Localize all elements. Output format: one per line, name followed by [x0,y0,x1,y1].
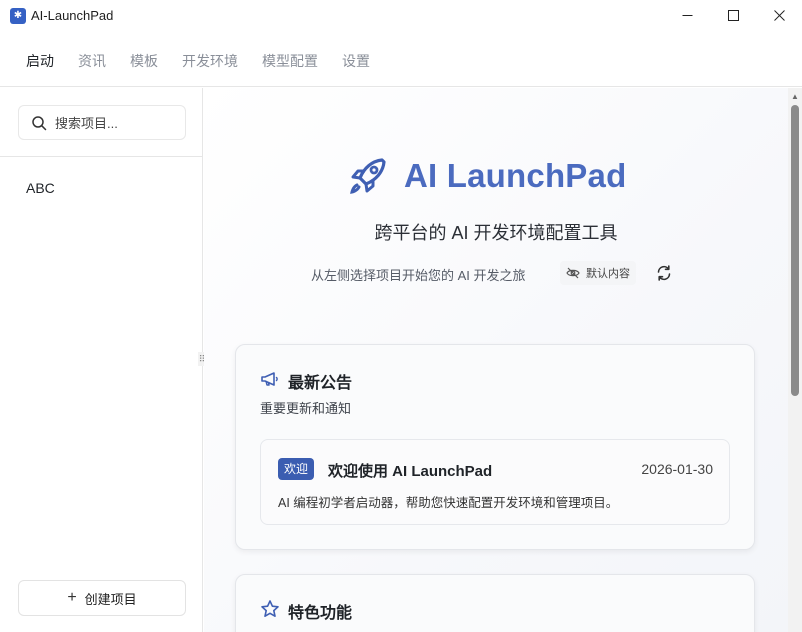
main-scrollbar[interactable]: ▲ [788,88,802,632]
features-card: 特色功能 [235,574,755,632]
main-menu: 启动 资讯 模板 开发环境 模型配置 设置 [0,31,802,87]
project-item[interactable]: ABC [26,180,55,196]
close-icon [773,10,785,21]
menu-item-settings[interactable]: 设置 [342,51,370,71]
announcements-title: 最新公告 [288,375,353,392]
sidebar-divider [0,156,203,157]
menu-item-dev-env[interactable]: 开发环境 [182,51,238,71]
hero-tagline: 从左侧选择项目开始您的 AI 开发之旅 [311,268,526,283]
search-box[interactable] [18,105,186,140]
announcement-date: 2026-01-30 [641,461,713,477]
star-icon [261,600,279,617]
eye-off-icon [566,267,580,279]
create-project-button[interactable]: + 创建项目 [18,580,186,616]
menu-item-news[interactable]: 资讯 [78,51,106,71]
menu-item-model-config[interactable]: 模型配置 [262,51,318,71]
search-input[interactable] [55,114,180,132]
hero-subtitle: 跨平台的 AI 开发环境配置工具 [374,223,618,243]
minimize-icon [682,15,692,16]
menu-item-templates[interactable]: 模板 [130,51,158,71]
create-project-label: 创建项目 [84,591,137,607]
close-button[interactable] [756,0,802,31]
minimize-button[interactable] [664,0,710,31]
maximize-icon [727,10,739,21]
refresh-icon[interactable] [655,264,673,282]
plus-icon: + [67,589,77,606]
title-bar: ✱ AI-LaunchPad [0,0,802,31]
announcement-title: 欢迎使用 AI LaunchPad [328,463,493,480]
announcements-description: 重要更新和通知 [260,401,352,416]
search-icon [32,116,47,131]
hero-title: AI LaunchPad [404,157,627,194]
app-logo-icon: ✱ [10,8,26,24]
window-title: AI-LaunchPad [31,8,114,23]
default-content-label: 默认内容 [586,268,630,280]
maximize-button[interactable] [710,0,756,31]
scroll-up-icon[interactable]: ▲ [791,92,799,101]
main-content: AI LaunchPad 跨平台的 AI 开发环境配置工具 从左侧选择项目开始您… [204,88,788,632]
megaphone-icon [261,372,278,386]
announcement-body: AI 编程初学者启动器，帮助您快速配置开发环境和管理项目。 [278,496,619,510]
features-title: 特色功能 [288,605,353,622]
scroll-thumb[interactable] [791,105,799,396]
sidebar: ABC + 创建项目 [0,88,203,632]
default-content-toggle[interactable]: 默认内容 [560,261,636,285]
announcement-badge: 欢迎 [278,458,315,480]
announcement-item[interactable]: 欢迎 欢迎使用 AI LaunchPad 2026-01-30 AI 编程初学者… [260,439,730,525]
announcements-card: 最新公告 重要更新和通知 欢迎 欢迎使用 AI LaunchPad 2026-0… [235,344,755,550]
menu-item-launch[interactable]: 启动 [26,51,54,71]
rocket-icon [350,158,386,194]
